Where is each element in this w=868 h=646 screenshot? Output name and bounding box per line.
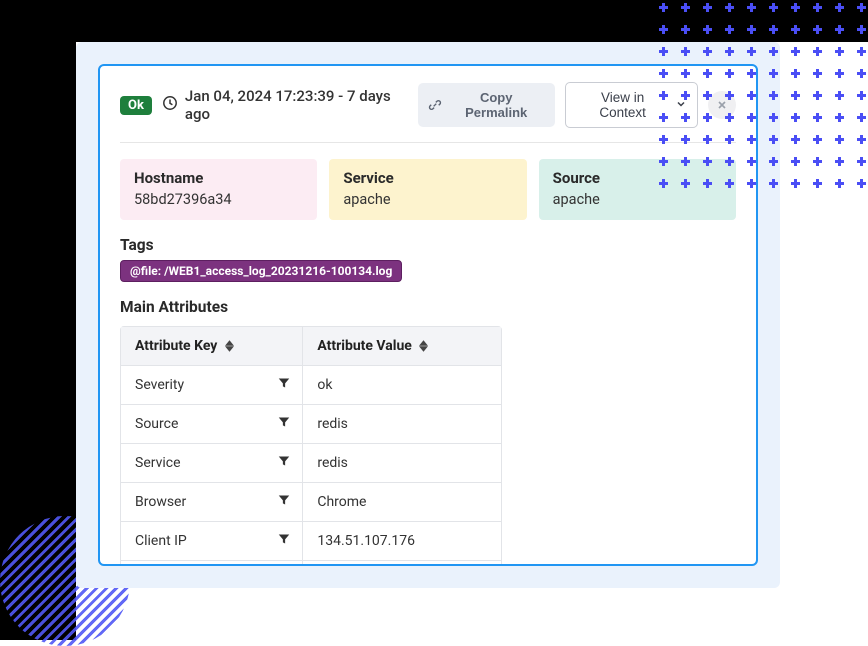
table-row: Severityok xyxy=(121,365,501,404)
attr-key-cell: Browser xyxy=(121,483,303,521)
copy-permalink-button[interactable]: Copy Permalink xyxy=(418,83,555,127)
hostname-box: Hostname 58bd27396a34 xyxy=(120,159,317,220)
link-icon xyxy=(428,98,442,112)
status-badge: Ok xyxy=(120,96,152,115)
table-row: Sourceredis xyxy=(121,404,501,443)
attr-key-cell: Service xyxy=(121,444,303,482)
attributes-table-head: Attribute Key Attribute Value xyxy=(121,327,501,365)
attr-key-cell: Client IP xyxy=(121,522,303,560)
table-row: Client IP134.51.107.176 xyxy=(121,521,501,560)
sort-icon xyxy=(225,340,234,352)
filter-icon[interactable] xyxy=(278,533,290,549)
filter-icon[interactable] xyxy=(278,377,290,393)
service-value: apache xyxy=(343,191,512,208)
timestamp-text: Jan 04, 2024 17:23:39 - 7 days ago xyxy=(185,87,418,123)
service-label: Service xyxy=(343,169,512,187)
decorative-grid xyxy=(652,0,868,194)
hostname-label: Hostname xyxy=(134,169,303,187)
attributes-table: Attribute Key Attribute Value xyxy=(120,326,502,566)
attr-key-cell: Device xyxy=(121,561,303,566)
column-header-value[interactable]: Attribute Value xyxy=(303,327,501,365)
attr-key-cell: Source xyxy=(121,405,303,443)
table-row: BrowserChrome xyxy=(121,482,501,521)
filter-icon[interactable] xyxy=(278,494,290,510)
attr-value-cell: iPhone xyxy=(303,561,501,566)
filter-icon[interactable] xyxy=(278,416,290,432)
sort-icon xyxy=(419,340,428,352)
attributes-section: Main Attributes Attribute Key Attribute … xyxy=(120,298,736,566)
hostname-value: 58bd27396a34 xyxy=(134,191,303,208)
panel-header: Ok Jan 04, 2024 17:23:39 - 7 days ago Co… xyxy=(120,82,736,143)
attr-value-cell: redis xyxy=(303,444,501,482)
service-box: Service apache xyxy=(329,159,526,220)
attr-value-cell: redis xyxy=(303,405,501,443)
attributes-heading: Main Attributes xyxy=(120,298,736,316)
tags-section: Tags @file: /WEB1_access_log_20231216-10… xyxy=(120,236,736,282)
info-boxes-row: Hostname 58bd27396a34 Service apache Sou… xyxy=(120,159,736,220)
table-row: Serviceredis xyxy=(121,443,501,482)
attr-key-cell: Severity xyxy=(121,366,303,404)
attr-value-cell: ok xyxy=(303,366,501,404)
attr-value-cell: Chrome xyxy=(303,483,501,521)
tags-heading: Tags xyxy=(120,236,736,254)
table-row: DeviceiPhone xyxy=(121,560,501,566)
filter-icon[interactable] xyxy=(278,455,290,471)
copy-permalink-label: Copy Permalink xyxy=(447,90,545,120)
tag-chip[interactable]: @file: /WEB1_access_log_20231216-100134.… xyxy=(120,260,402,282)
clock-icon xyxy=(162,95,178,115)
column-header-key[interactable]: Attribute Key xyxy=(121,327,303,365)
attr-value-cell: 134.51.107.176 xyxy=(303,522,501,560)
timestamp-row: Jan 04, 2024 17:23:39 - 7 days ago xyxy=(162,87,418,123)
